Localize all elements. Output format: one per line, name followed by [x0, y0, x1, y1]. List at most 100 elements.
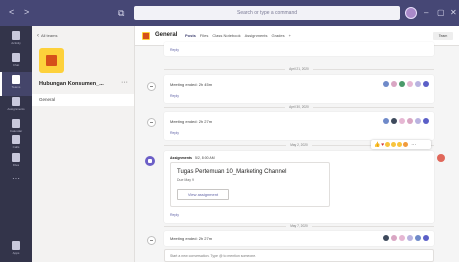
team-panel: ‹ All teams Hubungan Konsumen_... ··· Gen…	[32, 26, 135, 262]
participant-avatar	[423, 235, 429, 241]
bell-icon	[12, 31, 20, 40]
message-card: Meeting ended: 2h 27m	[164, 231, 434, 246]
view-assignment-button[interactable]: View assignment	[177, 189, 229, 200]
chat-icon	[12, 53, 20, 62]
date-label: May 2, 2020	[286, 143, 312, 147]
date-divider: May 7, 2020	[164, 224, 434, 229]
participant-avatars	[383, 235, 429, 241]
rail-label: Calls	[12, 145, 20, 149]
message-text: Meeting ended: 2h 27m	[170, 119, 213, 124]
rail-label: Activity	[11, 41, 21, 45]
date-divider: April 30, 2020	[164, 105, 434, 110]
rail-item-apps[interactable]: Apps	[0, 238, 32, 262]
meeting-icon	[147, 118, 156, 127]
more-options-icon[interactable]: ···	[411, 142, 416, 148]
add-tab-button[interactable]: +	[289, 33, 291, 38]
apps-icon	[12, 241, 20, 250]
rail-item-activity[interactable]: Activity	[0, 28, 32, 52]
message-text: Meeting ended: 2h 45m	[170, 82, 213, 87]
team-name: Hubungan Konsumen_...	[39, 81, 104, 87]
team-logo	[39, 48, 64, 73]
rail-item-teams[interactable]: Teams	[0, 72, 32, 96]
message-card: Meeting ended: 2h 45m Reply	[164, 75, 434, 103]
all-teams-label: All teams	[41, 33, 58, 38]
rail-item-assignments[interactable]: Assignments	[0, 94, 32, 118]
title-bar: < > ⧉ Search or type a command – ▢ ✕	[0, 0, 459, 26]
participant-avatar	[415, 81, 421, 87]
forward-nav-icon[interactable]: >	[24, 8, 29, 17]
date-divider: April 21, 2020	[164, 67, 434, 72]
assignment-author: Assignments	[170, 156, 192, 160]
reply-link[interactable]: Reply	[170, 94, 179, 98]
phone-icon	[12, 135, 20, 144]
like-reaction-icon[interactable]: 👍	[374, 142, 380, 148]
team-logo-mark	[46, 55, 57, 66]
angry-reaction-icon[interactable]	[403, 142, 409, 147]
close-icon[interactable]: ✕	[450, 8, 457, 17]
rail-label: Chat	[12, 63, 20, 67]
surprised-reaction-icon[interactable]	[391, 142, 397, 147]
rail-label: Assignments	[7, 107, 25, 111]
calendar-icon	[12, 119, 20, 128]
message-card: Meeting ended: 2h 27m Reply	[164, 112, 434, 140]
new-conversation-input[interactable]: Start a new conversation. Type @ to ment…	[164, 249, 434, 262]
more-apps-icon[interactable]: ···	[0, 174, 32, 183]
user-avatar	[437, 154, 445, 162]
conversation-feed: Reply April 21, 2020 Meeting ended: 2h 4…	[135, 42, 459, 246]
assignment-time: 5/2, 8:00 AM	[194, 156, 215, 160]
team-button[interactable]: Team	[433, 32, 453, 40]
assignments-bot-avatar	[145, 156, 155, 166]
laugh-reaction-icon[interactable]	[385, 142, 391, 147]
minimize-icon[interactable]: –	[424, 8, 428, 17]
search-input[interactable]: Search or type a command	[134, 6, 400, 20]
participant-avatar	[391, 81, 397, 87]
participant-avatar	[391, 235, 397, 241]
assignment-title: Tugas Pertemuan 10_Marketing Channel	[177, 169, 287, 175]
team-more-icon[interactable]: ···	[121, 79, 128, 86]
participant-avatar	[423, 81, 429, 87]
tab-posts[interactable]: Posts	[185, 33, 196, 38]
tab-assignments[interactable]: Assignments	[245, 33, 268, 38]
channel-item-general[interactable]: General	[32, 94, 134, 106]
rail-item-chat[interactable]: Chat	[0, 50, 32, 74]
rail-label: Files	[12, 163, 20, 167]
chevron-left-icon: ‹	[37, 33, 39, 39]
assignment-card: Assignments 5/2, 8:00 AM Tugas Pertemuan …	[164, 151, 434, 223]
participant-avatar	[383, 81, 389, 87]
date-label: May 7, 2020	[286, 224, 312, 228]
reply-link[interactable]: Reply	[170, 131, 179, 135]
heart-reaction-icon[interactable]: ♥	[381, 142, 384, 148]
participant-avatars	[383, 118, 429, 124]
channel-icon	[142, 32, 150, 40]
date-label: April 30, 2020	[285, 105, 313, 109]
tab-class-notebook[interactable]: Class Notebook	[212, 33, 240, 38]
participant-avatar	[423, 118, 429, 124]
reply-link[interactable]: Reply	[170, 213, 179, 217]
files-icon	[12, 153, 20, 162]
reply-link[interactable]: Reply	[170, 48, 179, 52]
participant-avatar	[399, 118, 405, 124]
assignment-preview: Tugas Pertemuan 10_Marketing Channel Due…	[170, 162, 330, 207]
tab-grades[interactable]: Grades	[272, 33, 285, 38]
rail-label: Teams	[11, 85, 21, 89]
participant-avatar	[415, 235, 421, 241]
rail-item-files[interactable]: Files	[0, 150, 32, 174]
assignment-meta: Assignments 5/2, 8:00 AM	[170, 156, 215, 160]
participant-avatar	[407, 81, 413, 87]
tab-files[interactable]: Files	[200, 33, 208, 38]
maximize-icon[interactable]: ▢	[437, 8, 445, 17]
profile-avatar[interactable]	[405, 7, 417, 19]
back-nav-icon[interactable]: <	[9, 8, 14, 17]
all-teams-link[interactable]: ‹ All teams	[37, 33, 57, 39]
participant-avatar	[399, 235, 405, 241]
sad-reaction-icon[interactable]	[397, 142, 403, 147]
assignments-icon	[12, 97, 20, 106]
participant-avatar	[407, 235, 413, 241]
new-chat-icon[interactable]: ⧉	[118, 8, 124, 19]
channel-tabs: Posts Files Class Notebook Assignments G…	[185, 33, 291, 38]
teams-icon	[12, 75, 20, 84]
channel-title: General	[155, 32, 178, 38]
assignment-due: Due May 9	[177, 178, 194, 182]
app-rail: Activity Chat Teams Assignments Calendar…	[0, 26, 32, 262]
participant-avatar	[383, 118, 389, 124]
